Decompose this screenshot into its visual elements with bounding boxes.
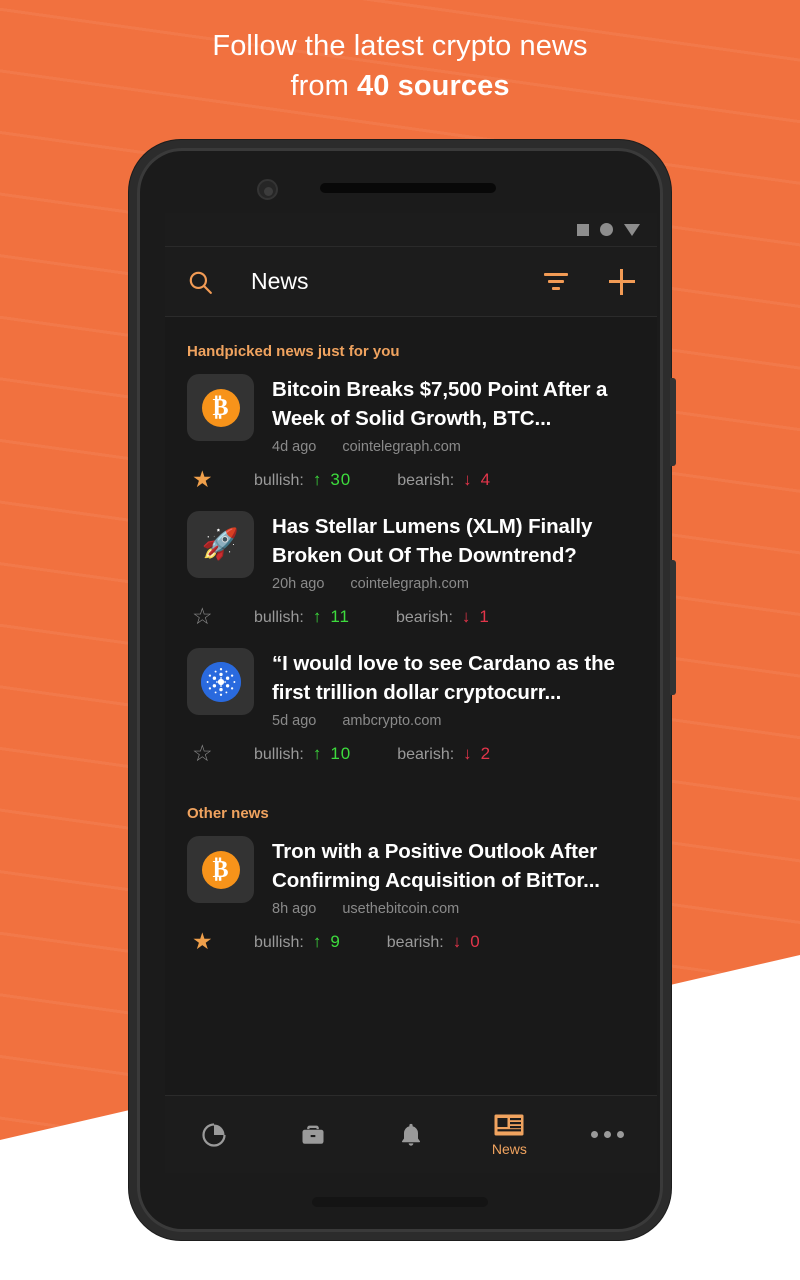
triangle-down-icon [624,223,640,236]
bearish-stat: bearish: ↓ 0 [387,932,481,952]
bullish-stat: bullish: ↑ 9 [254,932,341,952]
news-title: Tron with a Positive Outlook After Confi… [272,840,600,892]
bitcoin-icon: ₿ [187,836,254,903]
bearish-stat: bearish: ↓ 2 [397,744,491,764]
bullish-label: bullish: [254,608,304,626]
status-bar [165,213,657,247]
bullish-count: 10 [330,743,352,763]
arrow-down-icon: ↓ [463,743,472,763]
bearish-label: bearish: [397,471,455,489]
square-icon [577,223,589,236]
list-item[interactable]: ₿ Tron with a Positive Outlook After Con… [165,830,657,967]
arrow-down-icon: ↓ [461,606,471,626]
app-bar: News [165,247,657,317]
circle-icon [600,223,613,236]
bearish-stat: bearish: ↓ 4 [397,470,491,490]
arrow-up-icon: ↑ [312,606,322,626]
search-icon[interactable] [187,269,213,295]
bullish-label: bullish: [254,745,304,763]
promo-graphic: Follow the latest crypto news from 40 so… [0,0,800,1280]
nav-item-news-label: News [491,1140,527,1157]
promo-headline-line1: Follow the latest crypto news [212,30,588,62]
bullish-count: 30 [330,469,352,489]
bell-icon [397,1121,425,1149]
bullish-count: 9 [330,931,341,951]
nav-item-portfolio[interactable] [263,1121,361,1149]
phone-side-button-power[interactable] [670,560,676,695]
front-camera-icon [257,179,278,200]
star-icon[interactable]: ★ [192,930,254,953]
bullish-stat: bullish: ↑ 11 [254,607,350,627]
promo-headline-line2: from 40 sources [0,66,800,106]
bullish-stat: bullish: ↑ 10 [254,744,351,764]
list-item[interactable]: “I would love to see Cardano as the firs… [165,642,657,779]
bearish-count: 4 [480,469,492,489]
bullish-count: 11 [330,606,350,626]
list-item[interactable]: ₿ Bitcoin Breaks $7,500 Point After a We… [165,368,657,505]
phone-side-button-volume[interactable] [670,378,676,466]
section-header-other: Other news [187,805,269,822]
news-title: Has Stellar Lumens (XLM) Finally Broken … [272,515,593,567]
news-age: 5d ago [272,713,317,729]
bearish-label: bearish: [386,933,444,951]
promo-headline: Follow the latest crypto news from 40 so… [0,26,800,106]
news-age: 8h ago [272,901,317,917]
arrow-up-icon: ↑ [312,931,322,951]
more-dots-icon [591,1131,625,1138]
news-source: cointelegraph.com [342,439,461,455]
news-title: “I would love to see Cardano as the firs… [272,652,615,704]
nav-item-news[interactable]: News [460,1113,558,1157]
bearish-label: bearish: [395,608,453,626]
bearish-count: 2 [480,743,492,763]
news-icon [494,1113,524,1137]
home-indicator [312,1197,488,1207]
app-screen: News Handpicked news just for you ₿ Bitc… [165,213,657,1173]
bottom-navigation: News [165,1095,657,1173]
arrow-down-icon: ↓ [452,931,462,951]
news-source: usethebitcoin.com [342,901,460,917]
bearish-count: 1 [479,606,490,626]
nav-item-alerts[interactable] [362,1121,460,1149]
nav-item-more[interactable] [559,1131,657,1138]
bitcoin-icon: ₿ [187,374,254,441]
bullish-stat: bullish: ↑ 30 [254,470,351,490]
bearish-label: bearish: [397,745,455,763]
promo-headline-prefix: from [290,70,357,102]
star-icon[interactable]: ☆ [192,742,254,765]
arrow-up-icon: ↑ [312,743,322,763]
nav-item-portfolio-chart[interactable] [165,1121,263,1149]
news-feed: Handpicked news just for you ₿ Bitcoin B… [165,317,657,1095]
rocket-icon: 🚀 [187,511,254,578]
page-title: News [251,268,309,294]
cardano-icon [187,648,254,715]
earpiece-speaker [320,183,496,193]
briefcase-icon [299,1121,327,1149]
star-icon[interactable]: ☆ [192,605,254,628]
arrow-down-icon: ↓ [463,469,472,489]
news-source: ambcrypto.com [342,713,442,729]
section-header-handpicked: Handpicked news just for you [187,343,400,360]
star-icon[interactable]: ★ [192,468,254,491]
bearish-stat: bearish: ↓ 1 [396,607,490,627]
news-age: 20h ago [272,576,325,592]
news-age: 4d ago [272,439,317,455]
phone-body: News Handpicked news just for you ₿ Bitc… [140,151,660,1229]
news-title: Bitcoin Breaks $7,500 Point After a Week… [272,378,608,430]
promo-headline-strong: 40 sources [357,70,510,102]
arrow-up-icon: ↑ [312,469,322,489]
news-source: cointelegraph.com [350,576,469,592]
bullish-label: bullish: [254,471,304,489]
plus-icon[interactable] [609,268,635,295]
bullish-label: bullish: [254,933,304,951]
pie-chart-icon [200,1121,228,1149]
bearish-count: 0 [470,931,481,951]
list-item[interactable]: 🚀 Has Stellar Lumens (XLM) Finally Broke… [165,505,657,642]
phone-mockup: News Handpicked news just for you ₿ Bitc… [129,140,676,1240]
filter-icon[interactable] [543,273,569,290]
